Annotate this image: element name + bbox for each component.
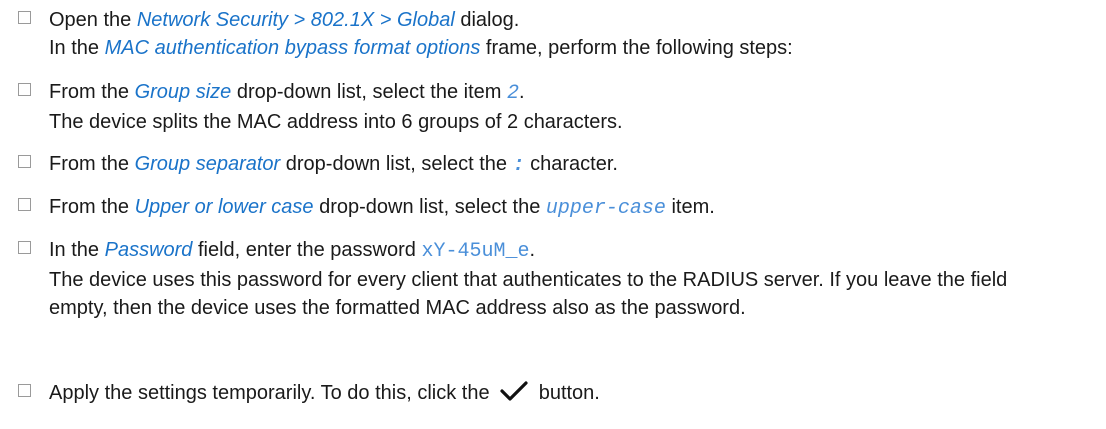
step-text: Open the Network Security > 802.1X > Glo… <box>49 9 520 31</box>
step-result: The device uses this password for every … <box>49 269 1008 319</box>
dialog-path: Network Security > 802.1X > Global <box>136 9 455 31</box>
step-checkbox[interactable] <box>18 11 31 24</box>
case-label: Upper or lower case <box>134 196 314 218</box>
instruction-step-apply: Apply the settings temporarily. To do th… <box>18 379 1096 410</box>
step-checkbox[interactable] <box>18 83 31 96</box>
step-checkbox[interactable] <box>18 198 31 211</box>
step-checkbox[interactable] <box>18 155 31 168</box>
step-text: From the Upper or lower case drop-down l… <box>49 196 715 220</box>
password-label: Password <box>104 239 193 261</box>
group-separator-label: Group separator <box>134 153 281 175</box>
instruction-step-open-dialog: Open the Network Security > 802.1X > Glo… <box>18 6 1096 62</box>
step-text: From the Group size drop-down list, sele… <box>49 81 525 105</box>
step-checkbox[interactable] <box>18 384 31 397</box>
instruction-step-group-size: From the Group size drop-down list, sele… <box>18 78 1096 136</box>
step-result: The device splits the MAC address into 6… <box>49 111 623 133</box>
step-text: Apply the settings temporarily. To do th… <box>49 379 1096 410</box>
step-text: In the Password field, enter the passwor… <box>49 239 536 263</box>
frame-name: MAC authentication bypass format options <box>104 37 481 59</box>
checkmark-icon <box>499 380 529 410</box>
step-text: From the Group separator drop-down list,… <box>49 153 618 177</box>
step-text-continuation: In the MAC authentication bypass format … <box>49 37 793 59</box>
instruction-step-group-separator: From the Group separator drop-down list,… <box>18 150 1096 180</box>
group-separator-value: : <box>512 154 525 177</box>
group-size-label: Group size <box>134 81 232 103</box>
password-value: xY-45uM_e <box>421 240 530 263</box>
group-size-value: 2 <box>506 82 519 105</box>
instruction-step-password: In the Password field, enter the passwor… <box>18 236 1066 322</box>
instruction-step-case: From the Upper or lower case drop-down l… <box>18 193 1096 223</box>
step-checkbox[interactable] <box>18 241 31 254</box>
case-value: upper-case <box>545 197 666 220</box>
